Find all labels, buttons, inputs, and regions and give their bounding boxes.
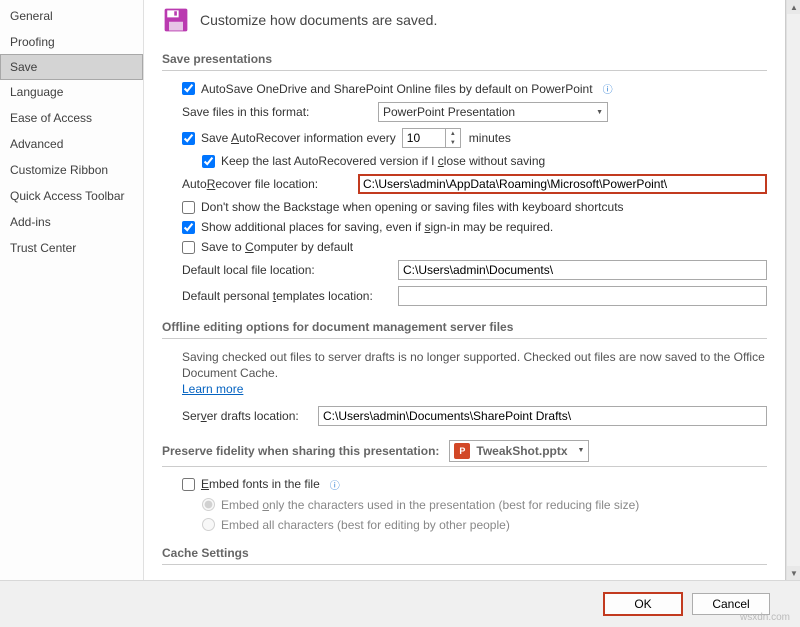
powerpoint-file-icon: P — [454, 443, 470, 459]
autorecover-minutes-input[interactable] — [403, 129, 445, 147]
show-additional-checkbox[interactable] — [182, 221, 195, 234]
embed-only-used-radio — [202, 498, 215, 511]
spinner-buttons[interactable]: ▲▼ — [445, 129, 460, 147]
server-drafts-label: Server drafts location: — [182, 409, 312, 423]
section-save-presentations-title: Save presentations — [162, 52, 767, 71]
default-templates-label: Default personal templates location: — [182, 289, 392, 303]
dont-show-backstage-label: Don't show the Backstage when opening or… — [201, 200, 624, 214]
default-templates-input[interactable] — [398, 286, 767, 306]
embed-fonts-label: Embed fonts in the file — [201, 477, 320, 491]
watermark: wsxdn.com — [740, 612, 790, 623]
autorecover-location-input[interactable] — [358, 174, 767, 194]
sidebar-item-trust-center[interactable]: Trust Center — [0, 235, 143, 261]
dialog-footer: OK Cancel — [0, 580, 800, 627]
save-to-computer-label: Save to Computer by default — [201, 240, 353, 254]
scroll-down-button[interactable]: ▼ — [787, 566, 800, 580]
sidebar-item-ease-of-access[interactable]: Ease of Access — [0, 105, 143, 131]
sidebar: General Proofing Save Language Ease of A… — [0, 0, 144, 580]
content-pane: Customize how documents are saved. Save … — [144, 0, 785, 580]
autorecover-label-post: minutes — [469, 131, 511, 145]
embed-all-radio — [202, 518, 215, 531]
server-drafts-input[interactable] — [318, 406, 767, 426]
header-text: Customize how documents are saved. — [200, 12, 437, 28]
sidebar-item-advanced[interactable]: Advanced — [0, 131, 143, 157]
embed-all-label: Embed all characters (best for editing b… — [221, 518, 510, 532]
section-fidelity-title: Preserve fidelity when sharing this pres… — [162, 440, 767, 467]
sidebar-item-save[interactable]: Save — [0, 54, 143, 80]
chevron-down-icon: ▼ — [596, 109, 603, 116]
keep-last-label: Keep the last AutoRecovered version if I… — [221, 154, 545, 168]
default-local-input[interactable] — [398, 260, 767, 280]
info-icon[interactable]: ⓘ — [603, 81, 613, 96]
sidebar-item-quick-access-toolbar[interactable]: Quick Access Toolbar — [0, 183, 143, 209]
embed-fonts-checkbox[interactable] — [182, 478, 195, 491]
sidebar-item-general[interactable]: General — [0, 3, 143, 29]
sidebar-item-proofing[interactable]: Proofing — [0, 29, 143, 55]
ok-button[interactable]: OK — [604, 593, 682, 615]
embed-only-used-label: Embed only the characters used in the pr… — [221, 498, 639, 512]
chevron-down-icon: ▼ — [578, 447, 585, 454]
default-local-label: Default local file location: — [182, 263, 392, 277]
offline-notice: Saving checked out files to server draft… — [182, 350, 765, 380]
autorecover-checkbox[interactable] — [182, 132, 195, 145]
section-cache-title: Cache Settings — [162, 546, 767, 565]
info-icon[interactable]: ⓘ — [330, 477, 340, 492]
fidelity-doc-name: TweakShot.pptx — [476, 444, 567, 458]
dont-show-backstage-checkbox[interactable] — [182, 201, 195, 214]
autosave-label: AutoSave OneDrive and SharePoint Online … — [201, 82, 593, 96]
sidebar-item-customize-ribbon[interactable]: Customize Ribbon — [0, 157, 143, 183]
autorecover-location-label: AutoRecover file location: — [182, 177, 352, 191]
sidebar-item-add-ins[interactable]: Add-ins — [0, 209, 143, 235]
keep-last-checkbox[interactable] — [202, 155, 215, 168]
vertical-scrollbar[interactable]: ▲ ▼ — [786, 0, 800, 580]
save-format-label: Save files in this format: — [182, 105, 372, 119]
learn-more-link[interactable]: Learn more — [182, 382, 243, 396]
section-offline-title: Offline editing options for document man… — [162, 320, 767, 339]
autorecover-label-pre: Save AutoRecover information every — [201, 131, 396, 145]
show-additional-label: Show additional places for saving, even … — [201, 220, 553, 234]
sidebar-item-language[interactable]: Language — [0, 79, 143, 105]
save-to-computer-checkbox[interactable] — [182, 241, 195, 254]
autosave-checkbox[interactable] — [182, 82, 195, 95]
autorecover-minutes-spinner[interactable]: ▲▼ — [402, 128, 461, 148]
save-format-combo[interactable]: PowerPoint Presentation ▼ — [378, 102, 608, 122]
save-header-icon — [162, 6, 190, 34]
fidelity-doc-combo[interactable]: P TweakShot.pptx ▼ — [449, 440, 589, 462]
scroll-up-button[interactable]: ▲ — [787, 0, 800, 14]
save-format-value: PowerPoint Presentation — [383, 105, 515, 119]
